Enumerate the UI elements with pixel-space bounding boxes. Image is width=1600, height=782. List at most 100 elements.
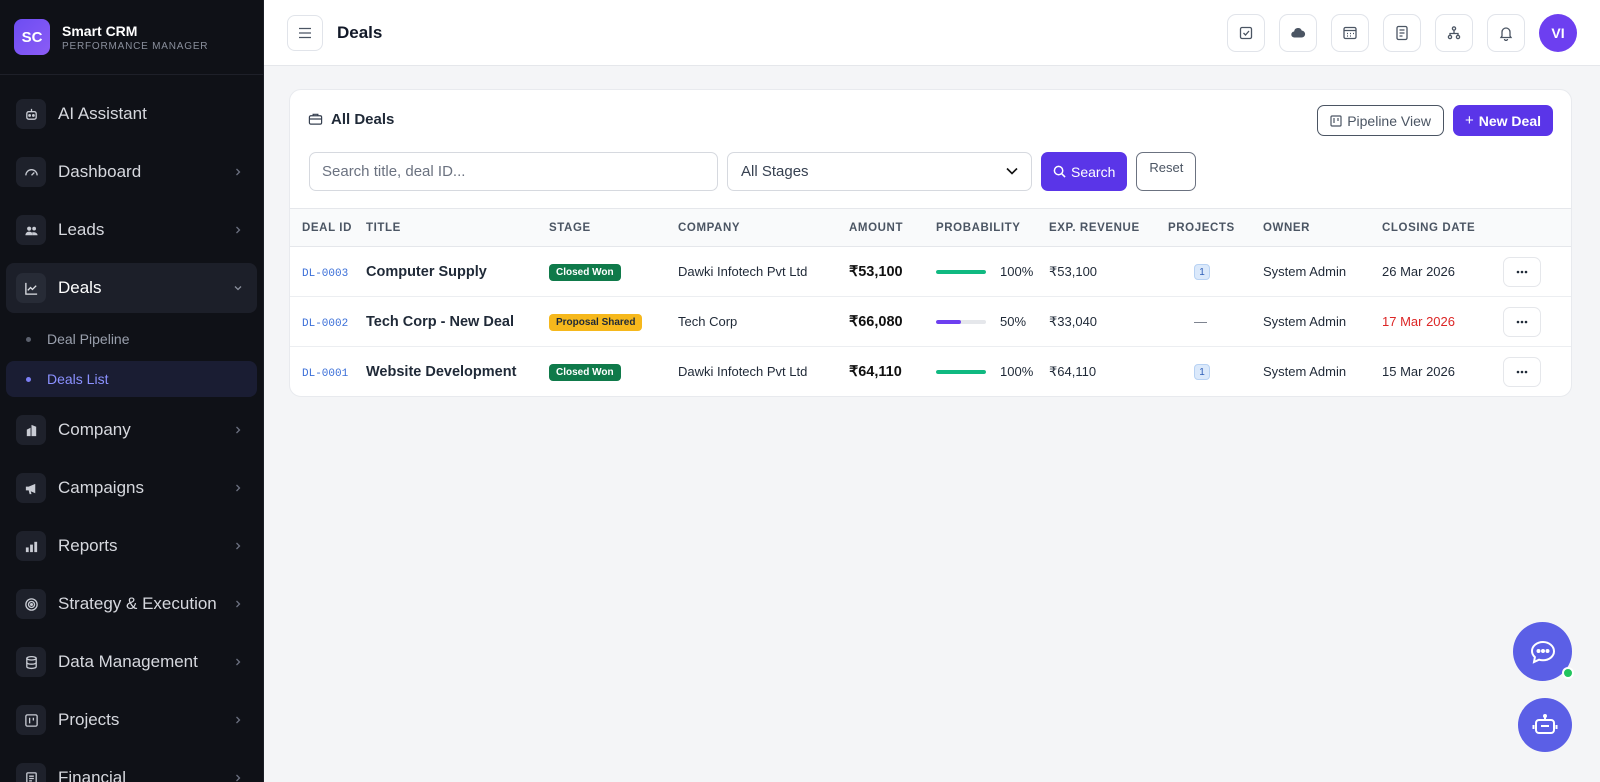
- col-closing-date[interactable]: CLOSING DATE: [1382, 209, 1503, 247]
- col-projects[interactable]: PROJECTS: [1168, 209, 1263, 247]
- deal-title[interactable]: Website Development: [366, 347, 549, 397]
- table-row[interactable]: DL-0003 Computer Supply Closed Won Dawki In…: [290, 247, 1571, 297]
- sidebar-item-deals[interactable]: Deals: [6, 263, 257, 313]
- sidebar-item-label: Financial: [58, 768, 127, 782]
- target-icon: [16, 589, 46, 619]
- tasks-button[interactable]: [1227, 14, 1265, 52]
- sidebar-subitem-deal-pipeline[interactable]: Deal Pipeline: [6, 321, 257, 357]
- user-avatar[interactable]: VI: [1539, 14, 1577, 52]
- sidebar-item-campaigns[interactable]: Campaigns: [6, 463, 257, 513]
- sidebar-item-data-management[interactable]: Data Management: [6, 637, 257, 687]
- checklist-button[interactable]: [1383, 14, 1421, 52]
- probability-bar-fill: [936, 369, 986, 374]
- chevron-right-icon: [236, 226, 241, 234]
- cloud-button[interactable]: [1279, 14, 1317, 52]
- projects-cell: 1: [1168, 247, 1263, 297]
- sidebar-item-ai-assistant[interactable]: AI Assistant: [6, 89, 257, 139]
- col-probability[interactable]: PROBABILITY: [936, 209, 1049, 247]
- brand-name: Smart CRM: [62, 22, 138, 39]
- sidebar-item-financial[interactable]: Financial: [6, 753, 257, 782]
- chat-fab[interactable]: [1513, 622, 1574, 681]
- chevron-down-icon: [234, 286, 242, 291]
- col-amount[interactable]: AMOUNT: [849, 209, 936, 247]
- checklist-icon: [1396, 25, 1408, 41]
- sidebar-item-label: Reports: [58, 536, 118, 555]
- deal-id-link[interactable]: DL-0003: [302, 268, 348, 280]
- sidebar-item-label: Strategy & Execution: [58, 594, 217, 613]
- owner-name: System Admin: [1263, 314, 1347, 329]
- hierarchy-button[interactable]: [1435, 14, 1473, 52]
- probability-value: 50%: [1000, 314, 1027, 329]
- bell-icon: [1499, 27, 1513, 41]
- deal-title[interactable]: Tech Corp - New Deal: [366, 297, 549, 347]
- brand: SC Smart CRM PERFORMANCE MANAGER: [0, 0, 263, 75]
- deal-id-link[interactable]: DL-0001: [302, 368, 348, 380]
- deal-id-link[interactable]: DL-0002: [302, 318, 348, 330]
- robot-icon: [1532, 714, 1558, 734]
- col-title[interactable]: TITLE: [366, 209, 549, 247]
- table-header-row: DEAL ID TITLE STAGE COMPANY AMOUNT PROBA…: [290, 208, 1571, 247]
- briefcase-icon: [308, 113, 323, 125]
- table-row[interactable]: DL-0001 Website Development Closed Won Dawk…: [290, 347, 1571, 397]
- kanban-icon: [16, 705, 46, 735]
- col-deal-id[interactable]: DEAL ID: [290, 209, 366, 247]
- actions-cell: [1503, 297, 1571, 347]
- col-stage[interactable]: STAGE: [549, 209, 678, 247]
- row-actions-button[interactable]: [1503, 306, 1541, 337]
- col-exp-revenue[interactable]: EXP. REVENUE: [1049, 209, 1168, 247]
- card-header: All Deals Pipeline View + New Deal: [290, 90, 1571, 148]
- sidebar-item-dashboard[interactable]: Dashboard: [6, 147, 257, 197]
- row-actions-button[interactable]: [1503, 256, 1541, 287]
- probability-bar: [936, 269, 986, 274]
- company-name: Dawki Infotech Pvt Ltd: [678, 364, 808, 379]
- calendar-button[interactable]: [1331, 14, 1369, 52]
- table-row[interactable]: DL-0002 Tech Corp - New Deal Proposal Shar…: [290, 297, 1571, 347]
- projects-count[interactable]: 1: [1194, 364, 1210, 380]
- new-deal-button[interactable]: + New Deal: [1452, 105, 1553, 136]
- sidebar-item-company[interactable]: Company: [6, 405, 257, 455]
- notifications-button[interactable]: [1487, 14, 1525, 52]
- sidebar-item-reports[interactable]: Reports: [6, 521, 257, 571]
- search-button[interactable]: Search: [1041, 152, 1128, 191]
- sidebar: SC Smart CRM PERFORMANCE MANAGER AI Assi…: [0, 0, 264, 782]
- col-actions: [1503, 209, 1571, 247]
- topbar: Deals VI: [264, 0, 1600, 66]
- stage-badge: Closed Won: [549, 363, 621, 381]
- projects-count[interactable]: 1: [1194, 264, 1210, 280]
- probability-bar-fill: [936, 269, 986, 274]
- page-title: Deals: [337, 22, 383, 42]
- stage-cell: Closed Won: [549, 347, 678, 397]
- sidebar-item-strategy-execution[interactable]: Strategy & Execution: [6, 579, 257, 629]
- hierarchy-icon: [1447, 26, 1461, 40]
- col-owner[interactable]: OWNER: [1263, 209, 1382, 247]
- pipeline-view-button[interactable]: Pipeline View: [1317, 105, 1444, 136]
- sidebar-item-projects[interactable]: Projects: [6, 695, 257, 745]
- stage-select[interactable]: All Stages: [727, 152, 1032, 191]
- sidebar-item-leads[interactable]: Leads: [6, 205, 257, 255]
- owner-name: System Admin: [1263, 264, 1347, 279]
- kanban-icon: [1330, 114, 1342, 127]
- sidebar-item-label: Company: [58, 420, 131, 439]
- more-horizontal-icon: [1516, 270, 1528, 273]
- row-actions-button[interactable]: [1503, 356, 1541, 387]
- actions-cell: [1503, 247, 1571, 297]
- deal-id-cell: DL-0001: [290, 347, 366, 397]
- probability-value: 100%: [1000, 264, 1034, 279]
- deal-title[interactable]: Computer Supply: [366, 247, 549, 297]
- topbar-actions: VI: [1213, 14, 1577, 52]
- sidebar-subitem-deals-list[interactable]: Deals List: [6, 361, 257, 397]
- sidebar-item-label: Leads: [58, 220, 105, 239]
- probability-value: 100%: [1000, 364, 1034, 379]
- search-icon: [1053, 165, 1066, 178]
- brand-logo: SC: [14, 19, 50, 55]
- deals-card: All Deals Pipeline View + New Deal All S…: [289, 89, 1572, 397]
- col-company[interactable]: COMPANY: [678, 209, 849, 247]
- ai-bot-fab[interactable]: [1518, 698, 1572, 752]
- reset-button[interactable]: Reset: [1136, 152, 1197, 191]
- menu-toggle-button[interactable]: [287, 14, 323, 51]
- bullet-dot: [26, 336, 31, 342]
- probability-cell: 100%: [936, 347, 1049, 397]
- search-input[interactable]: [309, 152, 718, 191]
- deal-amount: ₹53,100: [849, 263, 903, 280]
- closing-date: 26 Mar 2026: [1382, 264, 1455, 279]
